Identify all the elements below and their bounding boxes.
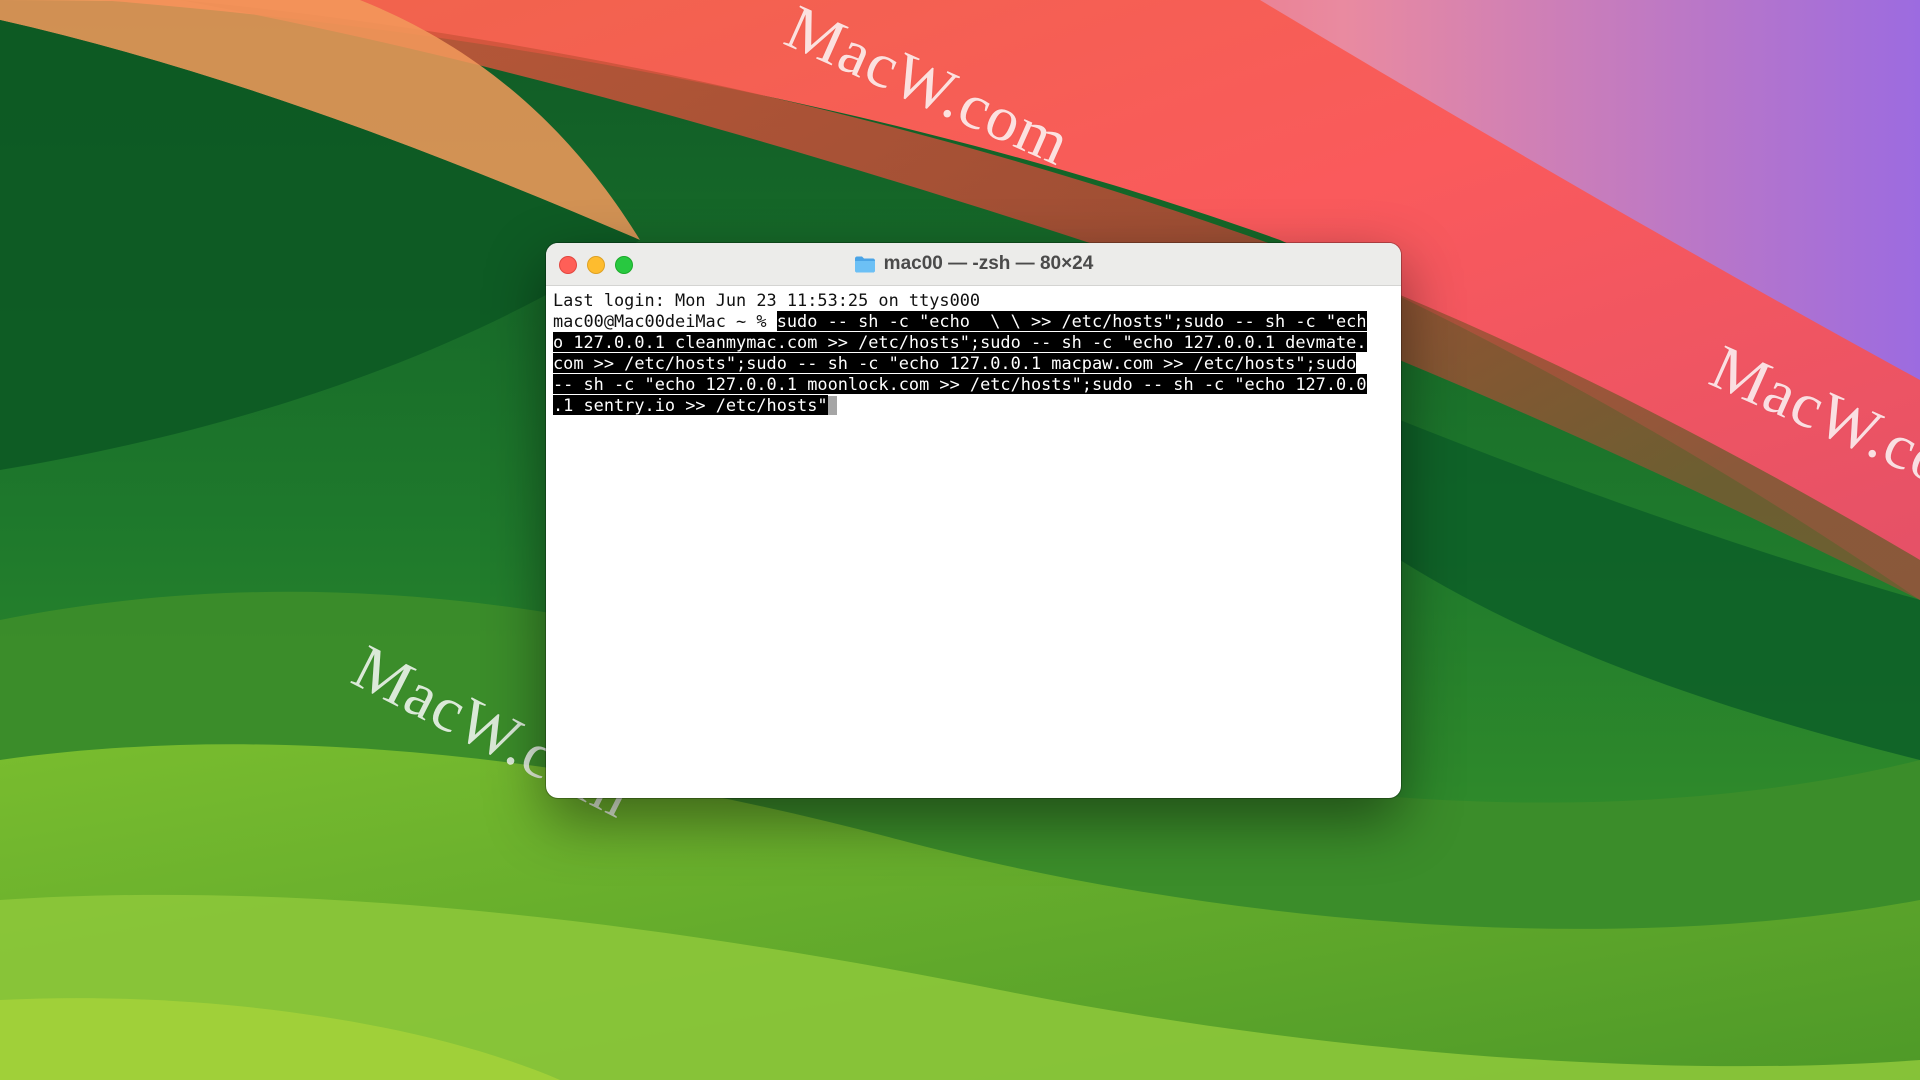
selected-command-text[interactable]: o 127.0.0.1 cleanmymac.com >> /etc/hosts…	[553, 332, 1367, 352]
selected-command-text[interactable]: .1 sentry.io >> /etc/hosts"	[553, 395, 828, 415]
close-button[interactable]	[559, 256, 577, 274]
terminal-content[interactable]: Last login: Mon Jun 23 11:53:25 on ttys0…	[546, 286, 1401, 420]
zoom-button[interactable]	[615, 256, 633, 274]
window-controls	[559, 256, 633, 274]
minimize-button[interactable]	[587, 256, 605, 274]
window-title: mac00 — -zsh — 80×24	[854, 253, 1094, 275]
selected-command-text[interactable]: -- sh -c "echo 127.0.0.1 moonlock.com >>…	[553, 374, 1367, 394]
window-titlebar[interactable]: mac00 — -zsh — 80×24	[546, 243, 1401, 286]
selected-command-text[interactable]: sudo -- sh -c "echo \ \ >> /etc/hosts";s…	[776, 311, 1367, 331]
command-line: -- sh -c "echo 127.0.0.1 moonlock.com >>…	[553, 374, 1394, 395]
folder-icon	[854, 256, 875, 273]
shell-prompt: mac00@Mac00deiMac ~ %	[553, 311, 777, 331]
text-cursor	[827, 396, 837, 415]
prompt-line: mac00@Mac00deiMac ~ % sudo -- sh -c "ech…	[553, 311, 1394, 332]
command-line: .1 sentry.io >> /etc/hosts"	[553, 395, 1394, 416]
window-title-text: mac00 — -zsh — 80×24	[883, 253, 1094, 274]
selected-command-text[interactable]: com >> /etc/hosts";sudo -- sh -c "echo 1…	[553, 353, 1357, 373]
login-line: Last login: Mon Jun 23 11:53:25 on ttys0…	[553, 290, 981, 310]
command-line: com >> /etc/hosts";sudo -- sh -c "echo 1…	[553, 353, 1394, 374]
command-line: o 127.0.0.1 cleanmymac.com >> /etc/hosts…	[553, 332, 1394, 353]
terminal-window[interactable]: mac00 — -zsh — 80×24 Last login: Mon Jun…	[546, 243, 1401, 798]
